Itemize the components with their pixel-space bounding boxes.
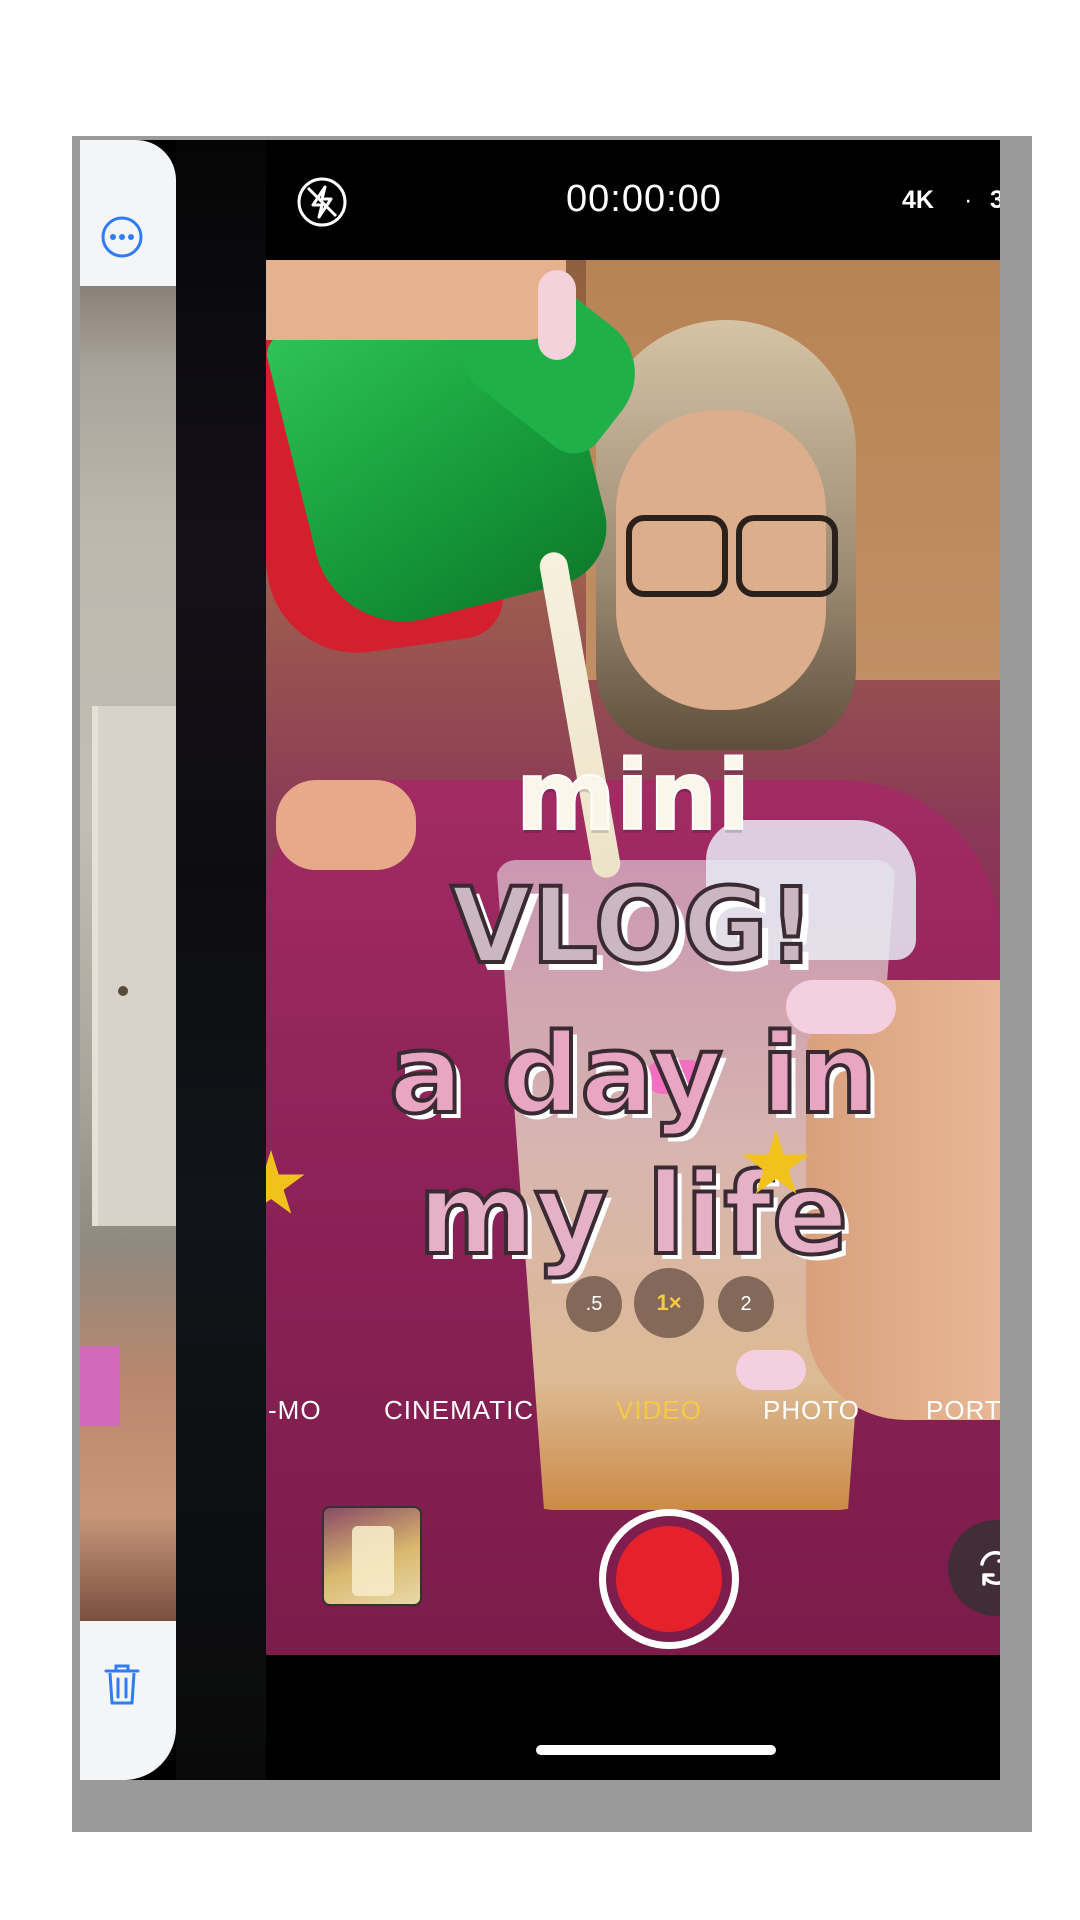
scene-glasses-right bbox=[736, 515, 838, 597]
photo-preview[interactable] bbox=[80, 286, 182, 1621]
photos-header bbox=[80, 140, 176, 286]
screenshot-stage: 00:00:00 4K · 3 mini VLOG! a day in my l… bbox=[0, 0, 1080, 1920]
format-separator: · bbox=[964, 186, 973, 214]
overlay-title-day: a day in bbox=[387, 1008, 879, 1140]
camera-viewfinder[interactable]: mini VLOG! a day in my life bbox=[266, 260, 1000, 1655]
thumbnail-cup bbox=[352, 1526, 394, 1596]
overlay-title-mini: mini bbox=[515, 739, 751, 853]
scene-hand-top bbox=[266, 260, 566, 340]
overlay-title-vlog: VLOG! bbox=[449, 863, 817, 989]
last-capture-thumbnail[interactable] bbox=[322, 1506, 422, 1606]
overlay-title-life: my life bbox=[416, 1148, 850, 1282]
frame-rate-button[interactable]: 3 bbox=[990, 186, 1000, 215]
zoom-button-half[interactable]: .5 bbox=[566, 1276, 622, 1332]
photo-door bbox=[92, 706, 182, 1226]
camera-flip-icon bbox=[980, 1551, 1000, 1586]
photos-panel bbox=[80, 140, 182, 1780]
photo-shirt bbox=[80, 1346, 120, 1426]
scene-glasses-left bbox=[626, 515, 728, 597]
mode-portrait[interactable]: PORT bbox=[926, 1395, 1000, 1426]
scene-nail-low bbox=[736, 1350, 806, 1390]
record-button-inner bbox=[616, 1526, 722, 1632]
mode-photo[interactable]: PHOTO bbox=[763, 1395, 860, 1426]
camera-top-bar: 00:00:00 4K · 3 bbox=[266, 140, 1000, 260]
photo-door-knob bbox=[118, 986, 128, 996]
camera-app: 00:00:00 4K · 3 mini VLOG! a day in my l… bbox=[266, 140, 1000, 1780]
flash-off-icon[interactable] bbox=[296, 176, 348, 228]
photos-toolbar bbox=[80, 1621, 176, 1780]
app-switcher-gap bbox=[176, 140, 266, 1780]
ellipsis-circle-icon[interactable] bbox=[100, 215, 144, 259]
screen-frame: 00:00:00 4K · 3 mini VLOG! a day in my l… bbox=[80, 140, 1000, 1780]
record-button[interactable] bbox=[599, 1509, 739, 1649]
mode-cinematic[interactable]: CINEMATIC bbox=[384, 1395, 534, 1426]
record-timer: 00:00:00 bbox=[566, 178, 722, 220]
video-format-button[interactable]: 4K bbox=[902, 186, 934, 215]
mode-video[interactable]: VIDEO bbox=[616, 1395, 702, 1426]
zoom-button-1x[interactable]: 1× bbox=[634, 1268, 704, 1338]
trash-icon[interactable] bbox=[102, 1661, 142, 1707]
scene-nail-top bbox=[538, 270, 576, 360]
camera-mode-selector: -MO CINEMATIC VIDEO PHOTO PORT bbox=[266, 1395, 1000, 1445]
home-indicator[interactable] bbox=[536, 1745, 776, 1755]
zoom-button-2x[interactable]: 2 bbox=[718, 1276, 774, 1332]
mode-slo-mo[interactable]: -MO bbox=[268, 1395, 322, 1426]
